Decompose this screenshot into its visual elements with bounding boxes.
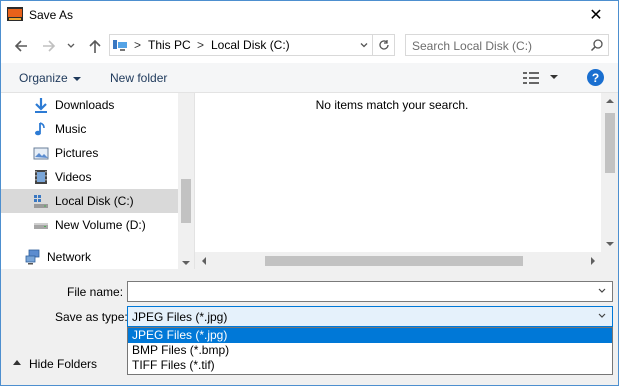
sidebar-item-label: Network xyxy=(47,250,92,264)
title-bar: Save As ✕ xyxy=(1,1,618,29)
sidebar-item-local-disk[interactable]: Local Disk (C:) xyxy=(1,189,179,213)
window-title: Save As xyxy=(29,8,74,22)
scroll-right-icon[interactable] xyxy=(591,257,595,265)
vertical-scrollbar[interactable] xyxy=(601,93,618,252)
file-name-label: File name: xyxy=(67,285,124,299)
this-pc-icon xyxy=(113,40,127,51)
breadcrumb-this-pc[interactable]: This PC xyxy=(148,38,191,52)
save-as-dialog: Save As ✕ > This PC > Local Disk (C:) Se… xyxy=(0,0,619,386)
scrollbar-thumb[interactable] xyxy=(181,179,191,223)
search-box[interactable] xyxy=(405,34,609,56)
scrollbar-corner xyxy=(601,252,618,269)
selected-type-value: JPEG Files (*.jpg) xyxy=(132,310,228,324)
back-arrow-icon xyxy=(14,40,27,52)
sidebar-item-label: Music xyxy=(55,122,87,136)
hide-folders-label: Hide Folders xyxy=(29,357,98,371)
sidebar-item-label: Pictures xyxy=(55,146,99,160)
close-button[interactable]: ✕ xyxy=(574,1,618,29)
sidebar-item-network[interactable]: Network xyxy=(1,245,171,269)
pictures-icon xyxy=(33,147,49,160)
scroll-up-icon[interactable] xyxy=(606,99,614,103)
scroll-down-icon[interactable] xyxy=(606,242,614,246)
search-icon[interactable] xyxy=(590,38,604,52)
music-icon xyxy=(35,122,45,136)
back-button[interactable] xyxy=(11,36,31,56)
address-dropdown-icon[interactable] xyxy=(358,39,370,51)
network-icon xyxy=(25,249,40,265)
caret-down-icon xyxy=(72,76,81,81)
breadcrumb-separator: > xyxy=(134,38,142,52)
forward-button[interactable] xyxy=(39,36,59,56)
save-form: File name: Save as type: JPEG Files (*.j… xyxy=(1,269,618,385)
downloads-icon xyxy=(35,98,47,113)
up-arrow-icon xyxy=(89,39,101,53)
file-name-input[interactable] xyxy=(131,284,591,299)
sidebar-item-new-volume[interactable]: New Volume (D:) xyxy=(1,213,179,237)
breadcrumb-local-disk[interactable]: Local Disk (C:) xyxy=(211,38,290,52)
command-bar: Organize New folder ? xyxy=(1,63,618,93)
drive-icon xyxy=(34,223,48,229)
dropdown-option-jpeg[interactable]: JPEG Files (*.jpg) xyxy=(128,328,612,343)
chevron-up-icon xyxy=(13,360,21,366)
sidebar-item-videos[interactable]: Videos xyxy=(1,165,179,189)
sidebar-item-music[interactable]: Music xyxy=(1,117,179,141)
recent-locations-button[interactable] xyxy=(63,36,79,56)
address-bar[interactable]: > This PC > Local Disk (C:) xyxy=(109,34,395,56)
scrollbar-thumb[interactable] xyxy=(605,113,615,173)
app-icon xyxy=(7,7,23,21)
sidebar-item-label: Videos xyxy=(55,170,92,184)
new-folder-button[interactable]: New folder xyxy=(110,71,167,85)
forward-arrow-icon xyxy=(43,40,56,52)
file-list-pane[interactable]: No items match your search. xyxy=(195,93,618,269)
empty-state-message: No items match your search. xyxy=(315,98,469,112)
scroll-left-icon[interactable] xyxy=(202,257,206,265)
chevron-down-icon[interactable] xyxy=(598,288,606,294)
navigation-scrollbar[interactable] xyxy=(178,93,194,269)
sidebar-item-label: Local Disk (C:) xyxy=(55,194,134,208)
local-disk-icon xyxy=(34,195,48,208)
sidebar-item-label: Downloads xyxy=(55,98,115,112)
chevron-down-icon xyxy=(67,43,75,48)
hide-folders-button[interactable]: Hide Folders xyxy=(13,357,97,371)
sidebar-item-downloads[interactable]: Downloads xyxy=(1,93,179,117)
refresh-icon xyxy=(378,40,389,50)
organize-button[interactable]: Organize xyxy=(19,71,81,85)
dropdown-option-bmp[interactable]: BMP Files (*.bmp) xyxy=(128,343,612,358)
videos-icon xyxy=(35,170,47,184)
save-as-type-label: Save as type: xyxy=(55,310,128,324)
address-row: > This PC > Local Disk (C:) xyxy=(1,29,618,63)
breadcrumb-separator: > xyxy=(197,38,205,52)
view-options-icon[interactable] xyxy=(523,72,541,84)
chevron-down-icon[interactable] xyxy=(598,313,606,319)
sidebar-item-label: New Volume (D:) xyxy=(55,218,146,232)
save-as-type-select[interactable]: JPEG Files (*.jpg) xyxy=(127,306,613,327)
file-name-field[interactable] xyxy=(127,281,613,302)
search-input[interactable] xyxy=(412,38,582,53)
scroll-down-icon[interactable] xyxy=(182,261,190,265)
organize-label: Organize xyxy=(19,71,68,85)
sidebar-item-pictures[interactable]: Pictures xyxy=(1,141,179,165)
refresh-button[interactable] xyxy=(372,35,394,55)
help-icon[interactable]: ? xyxy=(587,69,604,86)
navigation-pane: Downloads Music Pictures Videos Local Di… xyxy=(1,93,195,269)
scrollbar-thumb[interactable] xyxy=(265,256,523,266)
up-button[interactable] xyxy=(85,36,105,56)
horizontal-scrollbar[interactable] xyxy=(195,252,601,269)
file-type-dropdown-list: JPEG Files (*.jpg) BMP Files (*.bmp) TIF… xyxy=(127,327,613,375)
view-menu-caret-icon[interactable] xyxy=(550,75,558,79)
dropdown-option-tiff[interactable]: TIFF Files (*.tif) xyxy=(128,358,612,373)
close-icon: ✕ xyxy=(589,7,603,24)
